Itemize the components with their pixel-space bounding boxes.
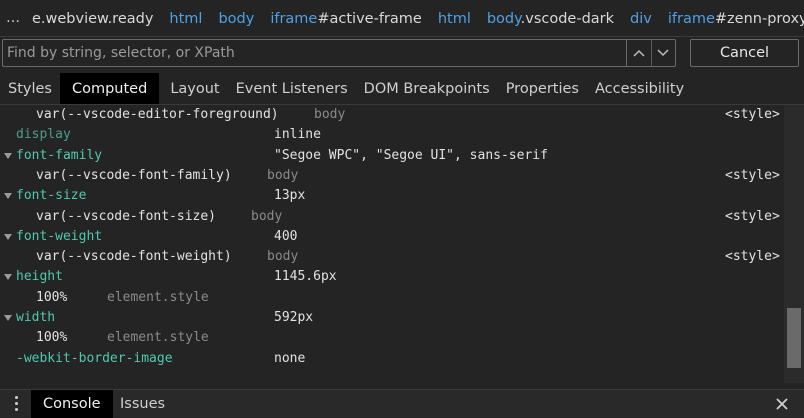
property-value: 1145.6px <box>274 269 337 285</box>
computed-trace-row: 100% element.style <box>0 288 784 308</box>
panel-tabs: Styles Computed Layout Event Listeners DOM B… <box>0 73 804 105</box>
drawer-tab-console[interactable]: Console <box>31 390 113 418</box>
computed-property-row: -webkit-border-image none <box>0 349 784 369</box>
breadcrumb-selector: e.webview.ready <box>32 10 154 27</box>
computed-property-row[interactable]: height 1145.6px <box>0 267 784 287</box>
tab-styles[interactable]: Styles <box>0 73 60 104</box>
property-name: display <box>16 127 71 143</box>
breadcrumb-item[interactable]: html <box>438 11 471 27</box>
breadcrumb-item[interactable]: div <box>630 11 652 27</box>
trace-value: var(--vscode-editor-foreground) <box>36 107 279 122</box>
property-name: height <box>16 269 63 285</box>
trace-stylesheet-link[interactable]: <style> <box>725 207 780 227</box>
breadcrumb-tag: iframe <box>667 10 715 27</box>
breadcrumb-item[interactable]: body <box>218 11 254 27</box>
breadcrumb-tag: body <box>486 10 521 27</box>
computed-property-row[interactable]: font-weight 400 <box>0 227 784 247</box>
property-name: font-size <box>16 188 87 204</box>
computed-property-row: display inline <box>0 125 784 145</box>
expand-triangle-icon[interactable] <box>4 152 12 159</box>
more-vertical-icon[interactable] <box>12 396 22 414</box>
breadcrumb: e.webview.ready html body iframe#active-fra… <box>32 0 804 37</box>
breadcrumb-tag: iframe <box>270 10 318 27</box>
breadcrumb-tag: div <box>630 10 652 27</box>
scrollbar[interactable] <box>784 105 804 383</box>
trace-stylesheet-link[interactable]: <style> <box>725 247 780 267</box>
drawer-tab-issues[interactable]: Issues <box>120 390 165 418</box>
property-name: font-family <box>16 147 103 163</box>
trace-source[interactable]: body <box>267 247 298 267</box>
property-value: 592px <box>274 310 314 325</box>
search-row: Cancel <box>0 37 804 69</box>
trace-value: 100% <box>36 330 68 346</box>
tab-computed[interactable]: Computed <box>59 73 160 104</box>
chevron-down-icon <box>657 49 669 57</box>
expand-triangle-icon[interactable] <box>4 315 12 321</box>
trace-value: var(--vscode-font-weight) <box>36 249 232 265</box>
breadcrumb-tag: html <box>437 10 471 27</box>
trace-stylesheet-link[interactable]: <style> <box>725 166 780 186</box>
computed-trace-row: var(--vscode-editor-foreground) body <styl… <box>0 105 784 125</box>
trace-stylesheet-link[interactable]: <style> <box>725 105 780 125</box>
tab-accessibility[interactable]: Accessibility <box>587 73 692 104</box>
breadcrumb-item[interactable]: body.vscode-dark <box>487 11 614 27</box>
trace-source[interactable]: element.style <box>107 288 209 308</box>
breadcrumb-item[interactable]: iframe#zenn-proxy <box>668 11 804 27</box>
trace-value: 100% <box>36 289 68 305</box>
breadcrumb-item[interactable]: e.webview.ready <box>32 11 153 27</box>
computed-trace-row: 100% element.style <box>0 328 784 348</box>
tab-properties[interactable]: Properties <box>498 73 587 104</box>
scrollbar-thumb[interactable] <box>787 308 801 368</box>
search-input[interactable] <box>2 39 626 67</box>
trace-source[interactable]: body <box>314 105 345 125</box>
breadcrumb-overflow-button[interactable]: … <box>6 7 24 29</box>
property-value: inline <box>274 127 321 143</box>
breadcrumb-selector: #zenn-proxy <box>714 10 804 27</box>
trace-value: var(--vscode-font-size) <box>36 208 217 224</box>
computed-properties-list: var(--vscode-editor-foreground) body <styl… <box>0 105 784 383</box>
breadcrumb-bar: … e.webview.ready html body iframe#active-f… <box>0 0 804 37</box>
chevron-up-icon <box>633 49 645 57</box>
breadcrumb-selector: .vscode-dark <box>520 10 615 27</box>
close-button[interactable] <box>774 396 790 412</box>
tab-dom-breakpoints[interactable]: DOM Breakpoints <box>356 73 498 104</box>
expand-triangle-icon[interactable] <box>4 274 12 281</box>
property-name: width <box>16 310 56 325</box>
breadcrumb-selector: #active-frame <box>317 10 422 27</box>
computed-trace-row: var(--vscode-font-size) body <style> <box>0 207 784 227</box>
trace-source[interactable]: element.style <box>107 328 209 348</box>
expand-triangle-icon[interactable] <box>4 233 12 240</box>
computed-property-row[interactable]: font-size 13px <box>0 186 784 206</box>
trace-source[interactable]: body <box>251 207 282 227</box>
property-value: "Segoe WPC", "Segoe UI", sans-serif <box>274 147 548 163</box>
breadcrumb-tag: body <box>218 10 255 27</box>
computed-property-row[interactable]: width 592px <box>0 308 784 328</box>
property-value: 13px <box>274 188 306 204</box>
property-name: font-weight <box>16 228 103 244</box>
trace-value: var(--vscode-font-family) <box>36 167 232 183</box>
expand-triangle-icon[interactable] <box>4 193 12 200</box>
trace-source[interactable]: body <box>267 166 298 186</box>
property-name: -webkit-border-image <box>16 350 173 366</box>
breadcrumb-item[interactable]: iframe#active-frame <box>270 11 421 27</box>
tab-layout[interactable]: Layout <box>162 73 227 104</box>
computed-trace-row: var(--vscode-font-family) body <style> <box>0 166 784 186</box>
property-value: none <box>274 350 306 366</box>
drawer-bar: Console Issues <box>0 389 804 418</box>
search-navigation <box>626 39 676 67</box>
breadcrumb-tag: html <box>169 10 203 27</box>
cancel-button[interactable]: Cancel <box>690 39 799 67</box>
search-next-button[interactable] <box>650 40 676 66</box>
breadcrumb-item[interactable]: html <box>169 11 202 27</box>
close-icon <box>776 398 788 410</box>
property-value: 400 <box>274 228 298 244</box>
search-prev-button[interactable] <box>627 40 651 66</box>
computed-property-row[interactable]: font-family "Segoe WPC", "Segoe UI", sans… <box>0 146 784 166</box>
tab-event-listeners[interactable]: Event Listeners <box>228 73 356 104</box>
computed-trace-row: var(--vscode-font-weight) body <style> <box>0 247 784 267</box>
